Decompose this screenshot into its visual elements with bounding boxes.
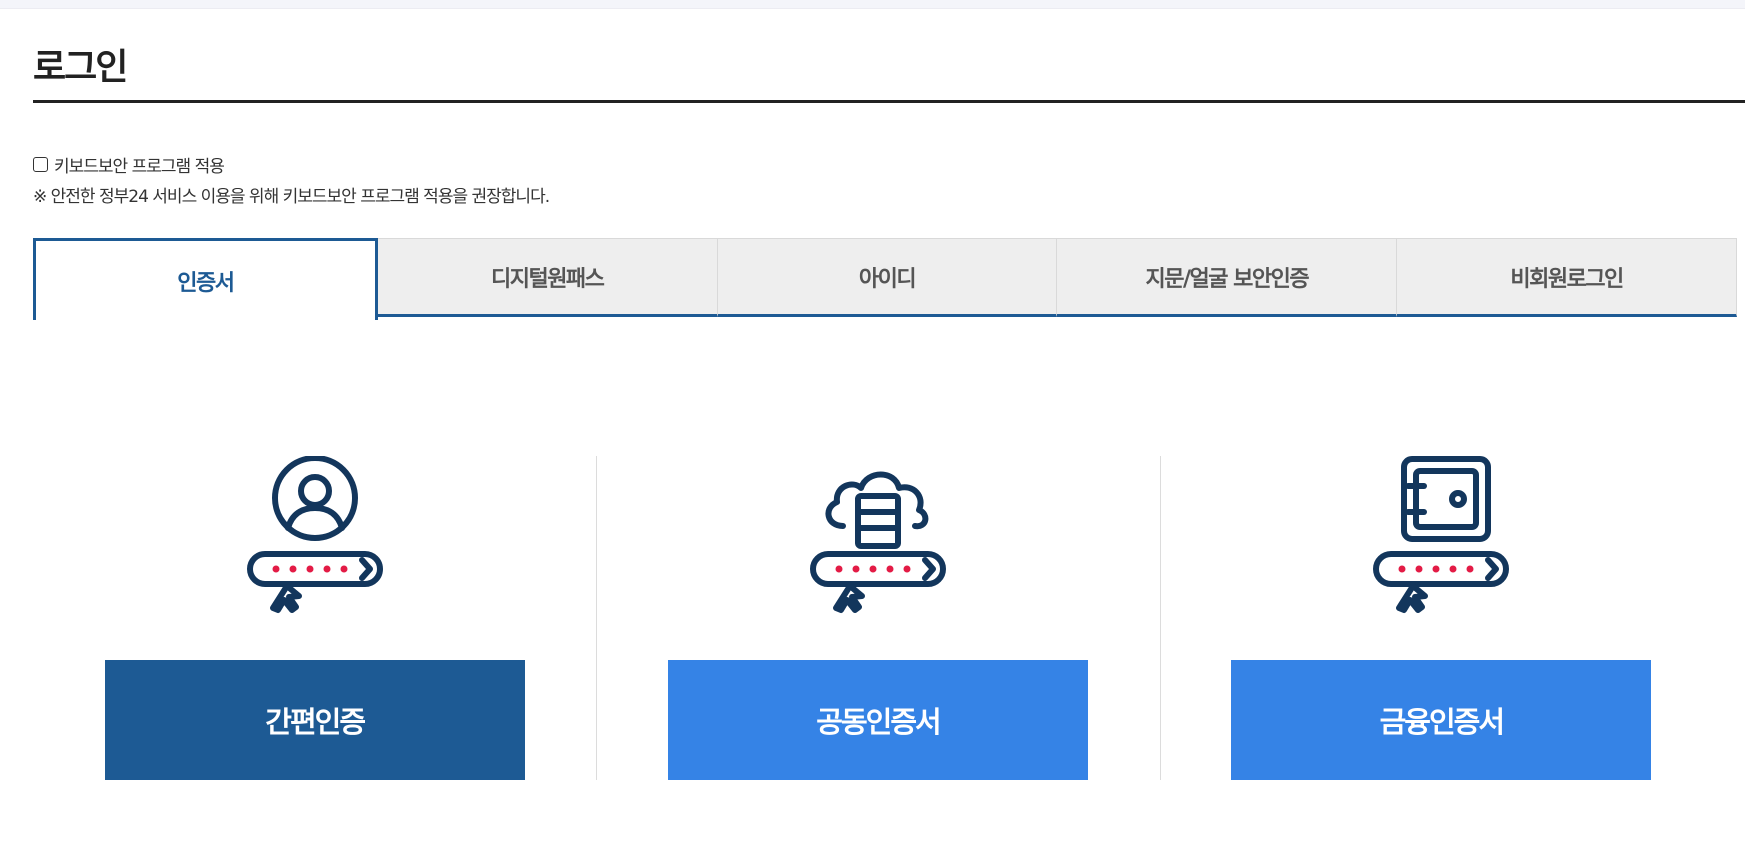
simple-auth-button[interactable]: 간편인증 [104, 660, 525, 780]
tab-guest-login[interactable]: 비회원로그인 [1397, 238, 1737, 317]
title-divider [33, 100, 1745, 103]
certificate-methods: 간편인증 공동인증서 금융인증서 [33, 456, 1723, 780]
keyboard-security-notice: ※ 안전한 정부24 서비스 이용을 위해 키보드보안 프로그램 적용을 권장합… [33, 187, 550, 207]
tab-digital-onepass[interactable]: 디지털원패스 [377, 238, 718, 317]
safe-password-icon [1373, 456, 1510, 613]
joint-certificate-button[interactable]: 공동인증서 [667, 660, 1088, 780]
tab-id-login[interactable]: 아이디 [717, 238, 1058, 317]
keyboard-security-checkbox[interactable] [33, 157, 48, 172]
tab-biometric-login[interactable]: 지문/얼굴 보안인증 [1057, 238, 1398, 317]
keyboard-security-option[interactable]: 키보드보안 프로그램 적용 [33, 152, 225, 177]
page-title: 로그인 [33, 47, 128, 88]
method-simple-auth: 간편인증 [33, 456, 596, 780]
tab-certificate[interactable]: 인증서 [33, 238, 378, 320]
user-password-icon [246, 456, 383, 613]
cloud-server-password-icon [809, 471, 946, 613]
financial-certificate-button[interactable]: 금융인증서 [1231, 660, 1652, 780]
login-tabs: 인증서 디지털원패스 아이디 지문/얼굴 보안인증 비회원로그인 [33, 238, 1737, 320]
method-joint-certificate: 공동인증서 [596, 456, 1159, 780]
method-financial-certificate: 금융인증서 [1159, 456, 1723, 780]
top-bar [0, 0, 1745, 9]
keyboard-security-label: 키보드보안 프로그램 적용 [54, 157, 225, 177]
